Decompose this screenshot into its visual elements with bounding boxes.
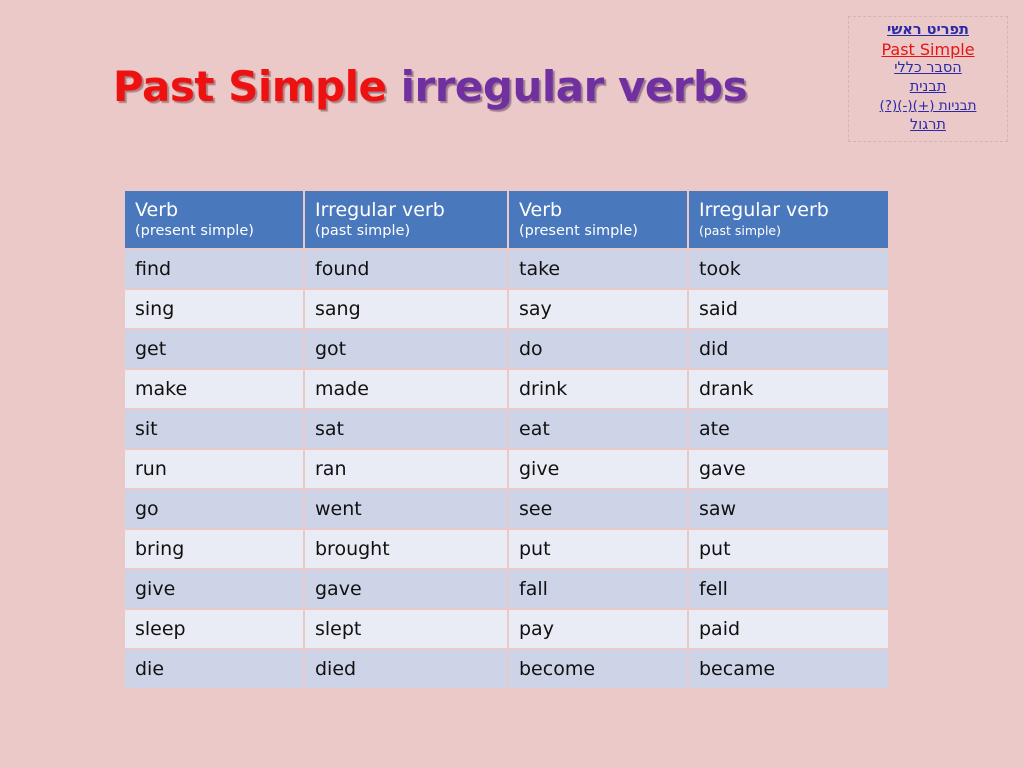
table-cell: fall bbox=[509, 570, 687, 608]
column-header-verb-1: Verb (present simple) bbox=[125, 191, 303, 248]
table-cell: paid bbox=[689, 610, 888, 648]
table-cell: brought bbox=[305, 530, 507, 568]
table-cell: became bbox=[689, 650, 888, 688]
table-cell: give bbox=[509, 450, 687, 488]
table-cell: got bbox=[305, 330, 507, 368]
table-cell: go bbox=[125, 490, 303, 528]
nav-link-past-simple[interactable]: Past Simple bbox=[855, 40, 1001, 59]
table-cell: sleep bbox=[125, 610, 303, 648]
nav-link-pattern[interactable]: תבנית bbox=[855, 78, 1001, 97]
nav-link-practice[interactable]: תרגול bbox=[855, 116, 1001, 135]
table-cell: die bbox=[125, 650, 303, 688]
table-cell: do bbox=[509, 330, 687, 368]
table-cell: put bbox=[509, 530, 687, 568]
table-cell: made bbox=[305, 370, 507, 408]
table-cell: gave bbox=[689, 450, 888, 488]
column-header-irregular-verb-2: Irregular verb (past simple) bbox=[689, 191, 888, 248]
table-cell: see bbox=[509, 490, 687, 528]
table-cell: went bbox=[305, 490, 507, 528]
table-cell: give bbox=[125, 570, 303, 608]
table-cell: sit bbox=[125, 410, 303, 448]
column-header-irregular-verb-1: Irregular verb (past simple) bbox=[305, 191, 507, 248]
nav-menu-box: תפריט ראשי Past Simple הסבר כללי תבנית ת… bbox=[848, 16, 1008, 142]
table-cell: take bbox=[509, 250, 687, 288]
table-cell: find bbox=[125, 250, 303, 288]
table-cell: said bbox=[689, 290, 888, 328]
table-cell: sang bbox=[305, 290, 507, 328]
nav-link-general-explanation[interactable]: הסבר כללי bbox=[855, 59, 1001, 78]
table-row: die died become became bbox=[125, 650, 888, 688]
table-row: sit sat eat ate bbox=[125, 410, 888, 448]
table-cell: drink bbox=[509, 370, 687, 408]
table-cell: drank bbox=[689, 370, 888, 408]
table-row: bring brought put put bbox=[125, 530, 888, 568]
column-header-subtitle: (present simple) bbox=[135, 223, 254, 239]
column-header-title: Verb bbox=[135, 199, 179, 221]
table-cell: ate bbox=[689, 410, 888, 448]
column-header-title: Irregular verb bbox=[315, 199, 445, 221]
title-part-past-simple: Past Simple bbox=[112, 62, 387, 111]
table-row: sleep slept pay paid bbox=[125, 610, 888, 648]
table-cell: did bbox=[689, 330, 888, 368]
column-header-title: Verb bbox=[519, 199, 563, 221]
table-cell: died bbox=[305, 650, 507, 688]
table-cell: sing bbox=[125, 290, 303, 328]
column-header-title: Irregular verb bbox=[699, 199, 829, 221]
table-cell: saw bbox=[689, 490, 888, 528]
table-row: get got do did bbox=[125, 330, 888, 368]
table-cell: sat bbox=[305, 410, 507, 448]
table-cell: fell bbox=[689, 570, 888, 608]
table-cell: get bbox=[125, 330, 303, 368]
title-part-irregular-verbs: irregular verbs bbox=[400, 62, 748, 111]
table-cell: say bbox=[509, 290, 687, 328]
table-cell: ran bbox=[305, 450, 507, 488]
nav-link-main-menu[interactable]: תפריט ראשי bbox=[855, 21, 1001, 40]
table-cell: make bbox=[125, 370, 303, 408]
table-cell: took bbox=[689, 250, 888, 288]
column-header-subtitle: (past simple) bbox=[699, 223, 781, 238]
irregular-verbs-table: Verb (present simple) Irregular verb (pa… bbox=[123, 189, 890, 690]
column-header-subtitle: (present simple) bbox=[519, 223, 638, 239]
table-cell: run bbox=[125, 450, 303, 488]
table-row: sing sang say said bbox=[125, 290, 888, 328]
column-header-verb-2: Verb (present simple) bbox=[509, 191, 687, 248]
table-row: find found take took bbox=[125, 250, 888, 288]
table-cell: bring bbox=[125, 530, 303, 568]
table-row: give gave fall fell bbox=[125, 570, 888, 608]
table-cell: gave bbox=[305, 570, 507, 608]
table-cell: put bbox=[689, 530, 888, 568]
table-row: go went see saw bbox=[125, 490, 888, 528]
table-cell: pay bbox=[509, 610, 687, 648]
nav-link-patterns-forms[interactable]: תבניות (+)(-)(?) bbox=[855, 97, 1001, 116]
table-cell: eat bbox=[509, 410, 687, 448]
table-row: run ran give gave bbox=[125, 450, 888, 488]
table-cell: become bbox=[509, 650, 687, 688]
table-cell: found bbox=[305, 250, 507, 288]
page-title: Past Simple irregular verbs bbox=[0, 62, 860, 111]
column-header-subtitle: (past simple) bbox=[315, 223, 411, 239]
table-row: make made drink drank bbox=[125, 370, 888, 408]
table-cell: slept bbox=[305, 610, 507, 648]
table-header-row: Verb (present simple) Irregular verb (pa… bbox=[125, 191, 888, 248]
